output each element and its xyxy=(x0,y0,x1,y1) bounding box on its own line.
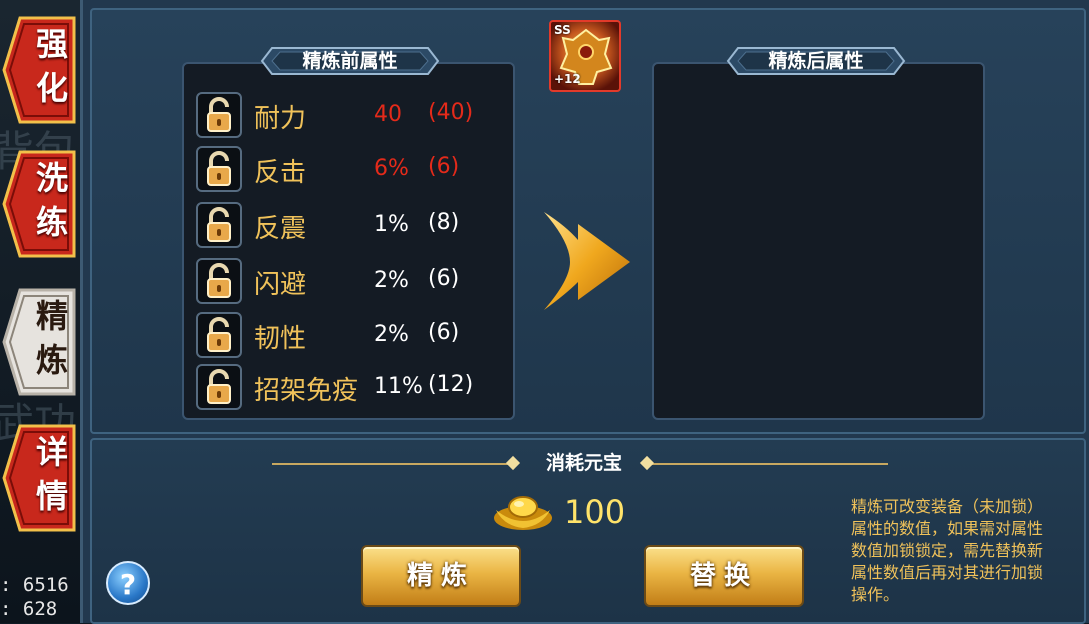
attribute-max: (6) xyxy=(428,266,460,291)
tab-wash[interactable]: 洗 练 xyxy=(0,144,76,264)
gold-ingot-icon xyxy=(494,496,552,530)
attribute-name: 闪避 xyxy=(254,270,307,300)
attribute-max: (40) xyxy=(428,100,474,125)
attribute-name: 招架免疫 xyxy=(254,376,359,406)
unlock-icon[interactable] xyxy=(196,92,242,138)
unlock-icon[interactable] xyxy=(196,364,242,410)
attribute-name: 反击 xyxy=(254,158,307,188)
refine-button[interactable]: 精炼 xyxy=(361,545,521,607)
attribute-max: (6) xyxy=(428,154,460,179)
equipment-item-slot[interactable]: SS +12 xyxy=(549,20,621,92)
attribute-name: 反震 xyxy=(254,214,307,244)
attribute-value: 1% xyxy=(374,212,409,237)
after-attributes-panel xyxy=(652,62,985,420)
attribute-max: (8) xyxy=(428,210,460,235)
left-stat-2: : 628 xyxy=(0,598,58,620)
before-panel-title: 精炼前属性 xyxy=(260,44,440,78)
unlock-icon[interactable] xyxy=(196,258,242,304)
attribute-name: 韧性 xyxy=(254,324,307,354)
unlock-icon[interactable] xyxy=(196,312,242,358)
item-grade: SS xyxy=(554,23,571,37)
tab-details[interactable]: 详 情 xyxy=(0,418,76,538)
attribute-value: 40 xyxy=(374,102,402,127)
unlock-icon[interactable] xyxy=(196,146,242,192)
help-button[interactable]: ? xyxy=(106,561,150,605)
replace-button[interactable]: 替换 xyxy=(644,545,804,607)
tab-refine[interactable]: 精 炼 xyxy=(0,282,76,402)
tab-strengthen[interactable]: 强 化 xyxy=(0,10,76,130)
attribute-max: (12) xyxy=(428,372,474,397)
cost-amount: 100 xyxy=(564,493,626,531)
refine-note: 精炼可改变装备（未加锁） 属性的数值，如果需对属性 数值加锁锁定，需先替换新 属… xyxy=(851,497,1044,604)
arrow-right-icon xyxy=(544,212,630,310)
attribute-max: (6) xyxy=(428,320,460,345)
unlock-icon[interactable] xyxy=(196,202,242,248)
item-level: +12 xyxy=(554,72,581,86)
after-panel-title: 精炼后属性 xyxy=(726,44,906,78)
attribute-value: 2% xyxy=(374,322,409,347)
attribute-name: 耐力 xyxy=(254,104,307,134)
attribute-value: 6% xyxy=(374,156,409,181)
attribute-value: 2% xyxy=(374,268,409,293)
cost-title: 消耗元宝 xyxy=(545,452,622,474)
left-stat-1: : 6516 xyxy=(0,574,69,596)
attribute-value: 11% xyxy=(374,374,423,399)
